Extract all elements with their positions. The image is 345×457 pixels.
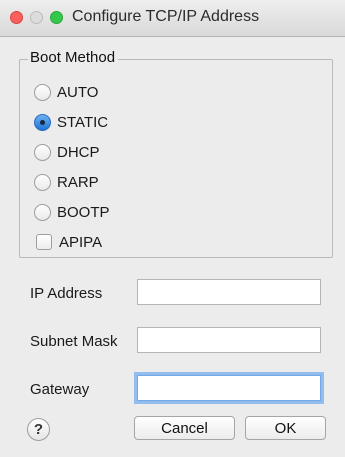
radio-rarp[interactable]: RARP	[34, 172, 99, 192]
radio-label: AUTO	[57, 83, 99, 101]
radio-button[interactable]	[34, 113, 51, 131]
radio-label: DHCP	[57, 143, 100, 161]
gateway-field[interactable]	[137, 375, 321, 401]
radio-button[interactable]	[34, 173, 51, 191]
checkbox[interactable]	[36, 234, 52, 250]
subnet-mask-field[interactable]	[137, 327, 321, 353]
ip-address-label: IP Address	[30, 285, 103, 302]
subnet-mask-label: Subnet Mask	[30, 333, 118, 350]
radio-button[interactable]	[34, 143, 51, 161]
boot-method-legend: Boot Method	[28, 49, 119, 66]
radio-auto[interactable]: AUTO	[34, 82, 98, 102]
window-title: Configure TCP/IP Address	[72, 8, 260, 25]
close-icon[interactable]	[10, 11, 23, 24]
radio-button[interactable]	[34, 83, 51, 101]
radio-label: STATIC	[57, 113, 109, 131]
dialog-window: Configure TCP/IP Address Boot Method AUT…	[0, 0, 345, 457]
checkbox-label: APIPA	[59, 233, 103, 251]
radio-label: BOOTP	[57, 203, 110, 221]
title-bar[interactable]: Configure TCP/IP Address	[0, 0, 345, 37]
minimize-icon[interactable]	[30, 11, 43, 24]
help-icon[interactable]: ?	[27, 418, 50, 441]
gateway-label: Gateway	[30, 381, 90, 398]
boot-method-group: Boot Method AUTO STATIC DHCP RARP BOOTP …	[19, 49, 333, 258]
radio-bootp[interactable]: BOOTP	[34, 202, 110, 222]
zoom-icon[interactable]	[50, 11, 63, 24]
radio-button[interactable]	[34, 203, 51, 221]
radio-static[interactable]: STATIC	[34, 112, 108, 132]
checkbox-apipa[interactable]: APIPA	[36, 232, 102, 252]
cancel-button[interactable]: Cancel	[134, 416, 235, 440]
ip-address-field[interactable]	[137, 279, 321, 305]
ok-button[interactable]: OK	[245, 416, 326, 440]
radio-label: RARP	[57, 173, 99, 191]
radio-dhcp[interactable]: DHCP	[34, 142, 100, 162]
